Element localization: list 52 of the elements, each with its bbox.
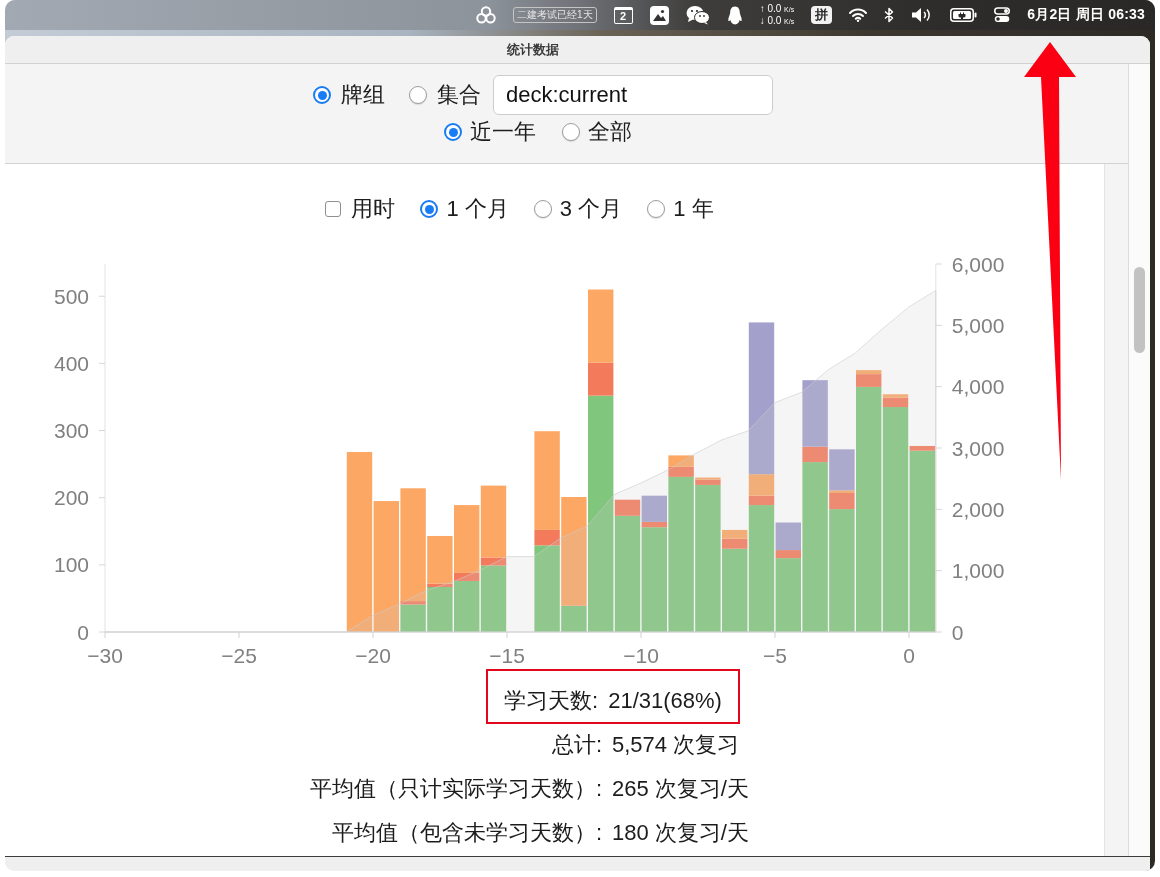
stat-value: 265 次复习/天 <box>612 776 749 802</box>
x-tick-label: −10 <box>623 644 659 667</box>
secondary-y-tick-label: 2,000 <box>951 497 1005 521</box>
stat-label: 学习天数: <box>504 688 599 714</box>
x-tick-label: 0 <box>903 644 915 667</box>
menu-clock[interactable]: 6月2日 周日 06:33 <box>1027 6 1145 24</box>
x-tick-label: −5 <box>763 644 787 667</box>
wifi-icon[interactable] <box>849 8 868 22</box>
radio-option[interactable]: 近一年 <box>444 120 536 144</box>
stat-value: 5,574 次复习 <box>612 732 740 758</box>
window-title: 统计数据 <box>506 40 559 59</box>
radio-option[interactable]: 1 个月 <box>420 197 509 221</box>
calendar-button[interactable]: 2 <box>613 6 633 24</box>
rings-icon[interactable] <box>476 6 497 24</box>
y-tick-label: 400 <box>53 351 89 375</box>
battery-icon[interactable] <box>950 8 978 22</box>
bluetooth-icon[interactable] <box>884 7 895 23</box>
input-method-button[interactable]: 拼 <box>811 6 833 24</box>
toggle-switches-icon[interactable] <box>994 7 1011 23</box>
y-tick-label: 200 <box>53 486 89 510</box>
stat-label: 平均值（包含未学习天数）: <box>331 820 602 846</box>
chat-bubbles-icon[interactable] <box>685 5 710 25</box>
bar-segment <box>668 455 694 467</box>
stat-value: 180 次复习/天 <box>612 820 749 846</box>
x-tick-label: −30 <box>87 644 123 667</box>
x-tick-label: −15 <box>489 644 525 667</box>
checkbox-option[interactable]: 用时 <box>325 197 396 221</box>
stat-label: 总计: <box>551 732 602 758</box>
y-tick-label: 100 <box>53 553 89 577</box>
y-tick-label: 300 <box>53 419 89 443</box>
y-tick-label: 500 <box>53 284 89 308</box>
x-tick-label: −25 <box>221 644 257 667</box>
penguin-icon[interactable] <box>726 5 743 25</box>
secondary-y-tick-label: 3,000 <box>951 436 1005 460</box>
countdown-badge[interactable]: 二建考试已经1天 <box>513 7 597 23</box>
radio-option[interactable]: 牌组 <box>313 83 385 107</box>
x-tick-label: −20 <box>355 644 391 667</box>
y-tick-label: 0 <box>77 620 89 644</box>
radio-option[interactable]: 1 年 <box>647 197 714 221</box>
secondary-y-tick-label: 4,000 <box>951 375 1005 399</box>
secondary-y-tick-label: 5,000 <box>951 313 1005 337</box>
stat-value: 21/31(68%) <box>608 688 722 714</box>
search-field[interactable]: deck:current <box>493 75 773 115</box>
stat-label: 平均值（只计实际学习天数）: <box>309 776 602 802</box>
secondary-y-tick-label: 6,000 <box>951 252 1005 276</box>
image-icon[interactable] <box>649 5 669 25</box>
secondary-y-tick-label: 1,000 <box>951 559 1005 583</box>
radio-option[interactable]: 全部 <box>562 120 632 144</box>
secondary-y-tick-label: 0 <box>951 620 964 644</box>
scrollbar-thumb[interactable] <box>1134 267 1145 353</box>
radio-option[interactable]: 3 个月 <box>533 197 623 221</box>
radio-option[interactable]: 集合 <box>409 83 481 107</box>
